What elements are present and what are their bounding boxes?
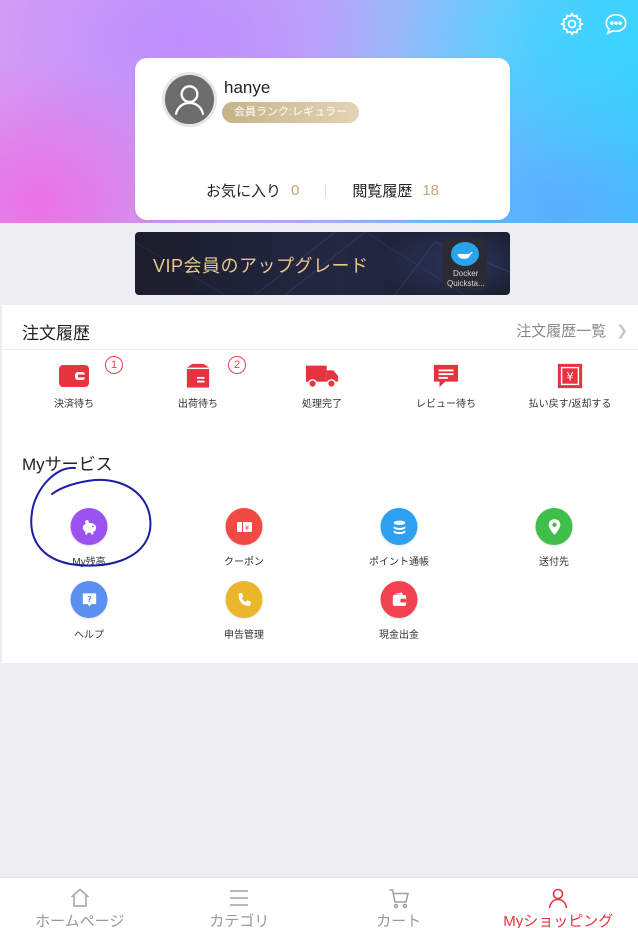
profile-card: hanye 会員ランク:レギュラー お気に入り 0 閲覧履歴 18 bbox=[135, 58, 510, 220]
order-status-label: 払い戻す/返却する bbox=[528, 399, 612, 410]
list-icon bbox=[230, 890, 249, 906]
bottom-tab-bar: ホームページ カテゴリ カート Myショッピング bbox=[0, 877, 638, 928]
tab-home[interactable]: ホームページ bbox=[0, 878, 160, 928]
tab-category[interactable]: カテゴリ bbox=[160, 878, 320, 928]
service-label: クーポン bbox=[224, 557, 264, 568]
docker-thumb-line2: Quicksta... bbox=[447, 279, 485, 288]
service-my-balance[interactable]: My残高 bbox=[29, 508, 149, 572]
wallet-icon bbox=[380, 581, 418, 618]
service-label: ヘルプ bbox=[74, 630, 104, 641]
docker-whale-icon bbox=[451, 242, 479, 266]
view-all-label: 注文履歴一覧 bbox=[516, 323, 607, 340]
stats-divider bbox=[325, 183, 327, 198]
vip-upgrade-banner[interactable]: VIP会員のアップグレード Docker Quicksta... bbox=[135, 232, 510, 295]
order-status-label: 決済待ち bbox=[54, 399, 94, 410]
username: hanye bbox=[224, 78, 271, 97]
docker-thumbnail: Docker Quicksta... bbox=[443, 238, 487, 290]
avatar[interactable] bbox=[162, 72, 217, 127]
service-shipping-address[interactable]: 送付先 bbox=[494, 508, 614, 572]
location-pin-icon bbox=[535, 508, 573, 545]
my-services-section: Myサービス My残高 ¥ クーポン ポイント通帳 送付先 ? ヘルプ 申告管理… bbox=[2, 438, 638, 663]
favorites-label: お気に入り bbox=[205, 183, 281, 200]
svg-text:¥: ¥ bbox=[566, 371, 573, 384]
service-coupon[interactable]: ¥ クーポン bbox=[184, 508, 304, 572]
order-status-label: 出荷待ち bbox=[178, 399, 218, 410]
svg-text:?: ? bbox=[87, 594, 92, 604]
order-history-section: 注文履歴 注文履歴一覧 ❯ 1 決済待ち 2 出荷待ち 処理完了 レビュー待ち bbox=[2, 305, 638, 438]
user-icon bbox=[548, 888, 568, 909]
service-label: 現金出金 bbox=[379, 630, 419, 641]
service-label: ポイント通帳 bbox=[369, 557, 429, 568]
service-label: My残高 bbox=[72, 557, 106, 568]
favorites-count: 0 bbox=[290, 182, 300, 199]
order-status-pending-payment[interactable]: 1 決済待ち bbox=[19, 356, 129, 417]
service-help[interactable]: ? ヘルプ bbox=[29, 581, 149, 645]
piggy-bank-icon bbox=[70, 508, 108, 545]
service-label: 送付先 bbox=[539, 557, 569, 568]
my-services-title: Myサービス bbox=[22, 455, 113, 474]
tab-label: カート bbox=[376, 913, 422, 928]
chevron-right-icon: ❯ bbox=[616, 322, 628, 338]
service-cash-withdrawal[interactable]: 現金出金 bbox=[339, 581, 459, 645]
tab-label: ホームページ bbox=[35, 913, 125, 928]
gear-icon[interactable] bbox=[558, 10, 586, 38]
tab-cart[interactable]: カート bbox=[319, 878, 479, 928]
coupon-icon: ¥ bbox=[225, 508, 263, 545]
order-status-pending-shipment[interactable]: 2 出荷待ち bbox=[143, 356, 253, 417]
pending-shipment-count-badge: 2 bbox=[228, 356, 246, 374]
docker-thumb-line1: Docker bbox=[453, 269, 479, 278]
comment-icon bbox=[429, 361, 463, 391]
order-status-awaiting-review[interactable]: レビュー待ち bbox=[391, 361, 501, 417]
truck-icon bbox=[305, 361, 339, 391]
vip-banner-text: VIP会員のアップグレード bbox=[153, 256, 369, 276]
service-report-management[interactable]: 申告管理 bbox=[184, 581, 304, 645]
order-status-completed[interactable]: 処理完了 bbox=[267, 361, 377, 417]
tab-my-shopping[interactable]: Myショッピング bbox=[479, 878, 638, 928]
wallet-icon bbox=[57, 361, 91, 391]
chat-bubble-icon[interactable] bbox=[602, 10, 630, 38]
coins-icon bbox=[380, 508, 418, 545]
help-icon: ? bbox=[70, 581, 108, 618]
home-icon bbox=[70, 888, 89, 907]
order-status-label: 処理完了 bbox=[302, 399, 342, 410]
pending-payment-count-badge: 1 bbox=[105, 356, 123, 374]
order-status-refund-return[interactable]: ¥ 払い戻す/返却する bbox=[515, 361, 625, 417]
favorites-stat[interactable]: お気に入り 0 bbox=[206, 180, 299, 201]
svg-text:¥: ¥ bbox=[244, 523, 248, 531]
phone-icon bbox=[225, 581, 263, 618]
order-history-header: 注文履歴 注文履歴一覧 ❯ bbox=[2, 305, 638, 350]
service-points-book[interactable]: ポイント通帳 bbox=[339, 508, 459, 572]
cart-icon bbox=[389, 889, 409, 909]
order-history-title: 注文履歴 bbox=[22, 324, 90, 343]
profile-stats: お気に入り 0 閲覧履歴 18 bbox=[135, 180, 510, 201]
user-silhouette-icon bbox=[174, 84, 205, 115]
order-history-view-all-link[interactable]: 注文履歴一覧 ❯ bbox=[516, 320, 628, 341]
box-icon bbox=[181, 361, 215, 391]
tab-label: Myショッピング bbox=[503, 913, 614, 928]
history-count: 18 bbox=[422, 182, 440, 199]
order-status-label: レビュー待ち bbox=[416, 399, 476, 410]
history-stat[interactable]: 閲覧履歴 18 bbox=[352, 180, 439, 201]
service-label: 申告管理 bbox=[224, 630, 264, 641]
tab-label: カテゴリ bbox=[209, 913, 270, 928]
membership-rank-badge: 会員ランク:レギュラー bbox=[222, 102, 360, 123]
history-label: 閲覧履歴 bbox=[352, 183, 413, 200]
refund-icon: ¥ bbox=[553, 361, 587, 391]
